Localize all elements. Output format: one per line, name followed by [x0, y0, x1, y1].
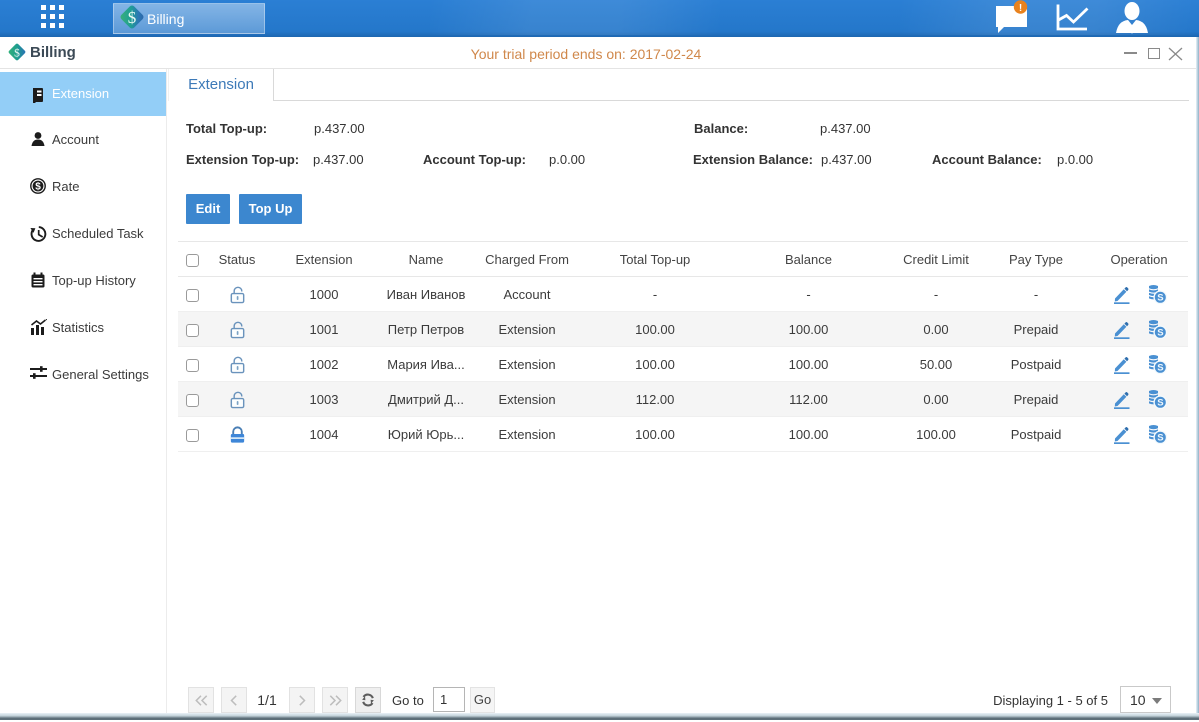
svg-text:!: ! [1019, 3, 1022, 14]
svg-text:$: $ [35, 182, 41, 193]
svg-text:$: $ [128, 8, 137, 27]
